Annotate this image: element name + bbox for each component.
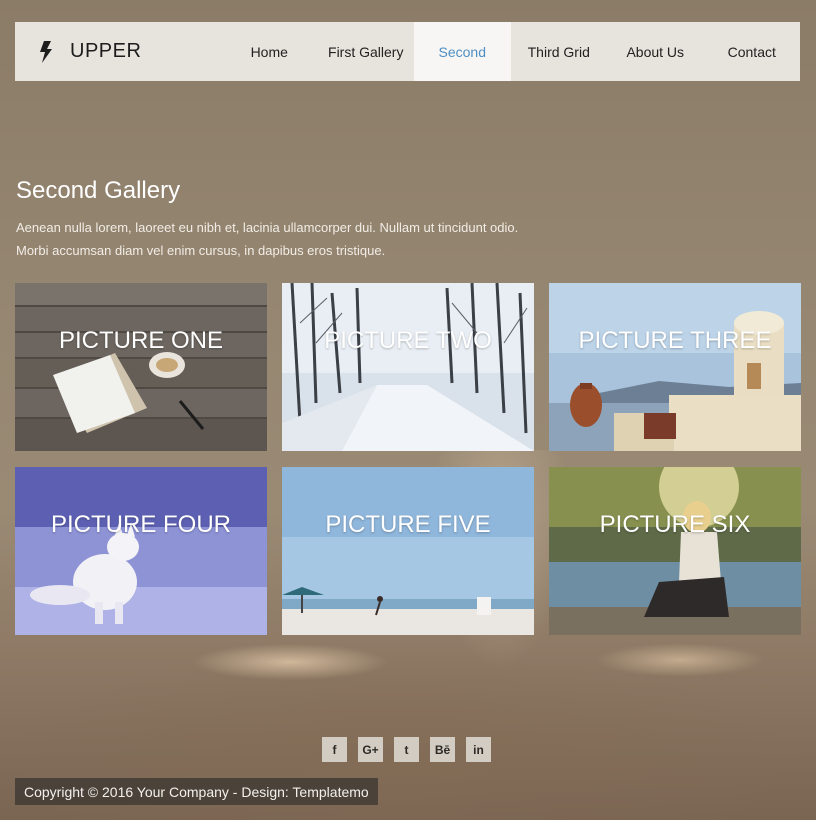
gallery-caption: PICTURE FOUR	[51, 511, 231, 538]
gallery-item-3[interactable]: PICTURE THREE	[549, 283, 801, 451]
main-nav: Home First Gallery Second Third Grid Abo…	[221, 22, 800, 81]
sunset-woman-image	[549, 467, 801, 635]
gallery-caption: PICTURE TWO	[324, 327, 492, 354]
gallery-item-5[interactable]: PICTURE FIVE	[282, 467, 534, 635]
intro-line: Morbi accumsan diam vel enim cursus, in …	[16, 243, 386, 258]
linkedin-icon[interactable]: in	[466, 737, 491, 762]
nav-item-first-gallery[interactable]: First Gallery	[318, 22, 415, 81]
gallery-item-6[interactable]: PICTURE SIX	[549, 467, 801, 635]
gallery-caption: PICTURE SIX	[599, 511, 751, 538]
wooden-desk-image	[15, 283, 267, 451]
gallery-caption: PICTURE FIVE	[325, 511, 491, 538]
nav-item-third-grid[interactable]: Third Grid	[511, 22, 608, 81]
gallery-caption: PICTURE THREE	[578, 327, 772, 354]
gallery-item-2[interactable]: PICTURE TWO	[282, 283, 534, 451]
gallery-item-1[interactable]: PICTURE ONE	[15, 283, 267, 451]
winter-forest-image	[282, 283, 534, 451]
facebook-icon[interactable]: f	[322, 737, 347, 762]
arctic-fox-image	[15, 467, 267, 635]
twitter-icon[interactable]: t	[394, 737, 419, 762]
footer-copyright: Copyright © 2016 Your Company - Design: …	[15, 778, 378, 805]
google-plus-icon[interactable]: G+	[358, 737, 383, 762]
beach-image	[282, 467, 534, 635]
gallery-caption: PICTURE ONE	[58, 327, 223, 354]
nav-item-home[interactable]: Home	[221, 22, 318, 81]
nav-item-about-us[interactable]: About Us	[607, 22, 704, 81]
navbar: UPPER Home First Gallery Second Third Gr…	[15, 22, 800, 81]
nav-item-second[interactable]: Second	[414, 22, 511, 81]
brand[interactable]: UPPER	[15, 22, 221, 81]
bolt-icon	[39, 40, 53, 63]
nav-item-contact[interactable]: Contact	[704, 22, 801, 81]
intro-line: Aenean nulla lorem, laoreet eu nibh et, …	[16, 220, 519, 235]
social-links: f G+ t Bē in	[322, 737, 502, 762]
brand-name: UPPER	[70, 40, 142, 62]
santorini-house-image	[549, 283, 801, 451]
page-title: Second Gallery	[16, 177, 181, 204]
intro-text: Aenean nulla lorem, laoreet eu nibh et, …	[16, 216, 576, 262]
gallery-item-4[interactable]: PICTURE FOUR	[15, 467, 267, 635]
behance-icon[interactable]: Bē	[430, 737, 455, 762]
